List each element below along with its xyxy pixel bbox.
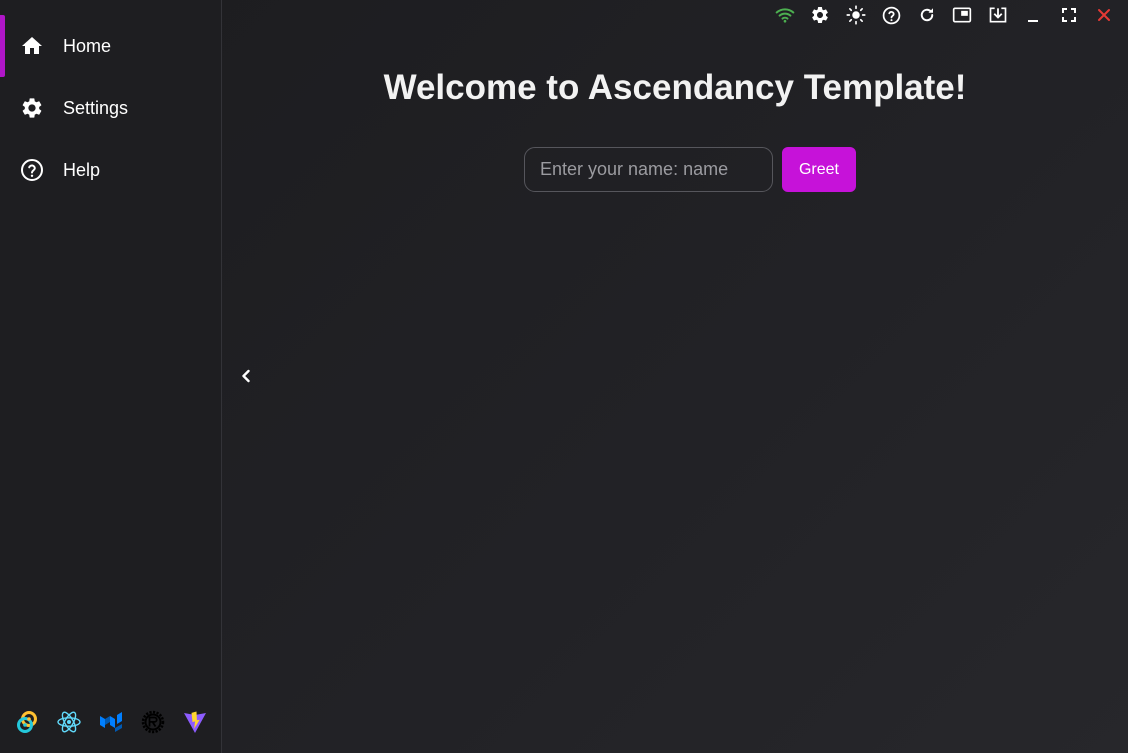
sidebar: Home Settings Help [0, 0, 222, 753]
sidebar-item-label: Settings [63, 98, 129, 118]
sidebar-item-help[interactable]: Help [0, 139, 221, 201]
tauri-logo-icon [14, 709, 56, 735]
gear-icon [22, 98, 42, 118]
wifi-icon [775, 8, 795, 23]
wifi-button[interactable] [767, 3, 803, 27]
active-indicator [0, 15, 5, 77]
greet-button[interactable]: Greet [782, 147, 856, 192]
fullscreen-button[interactable] [1051, 3, 1087, 27]
minimize-button[interactable] [1016, 3, 1052, 27]
refresh-icon [920, 8, 933, 22]
sidebar-item-label: Home [63, 36, 112, 56]
close-icon [1098, 9, 1111, 21]
collapse-sidebar-button[interactable] [236, 364, 256, 388]
help-circle-icon [882, 6, 901, 24]
sidebar-item-label: Help [63, 160, 101, 180]
chevron-left-icon [242, 369, 250, 383]
picture-in-picture-icon [953, 7, 972, 23]
close-button[interactable] [1087, 3, 1123, 27]
download-button[interactable] [980, 3, 1016, 27]
gear-icon [812, 6, 829, 23]
reload-button[interactable] [909, 3, 945, 27]
sidebar-item-settings[interactable]: Settings [0, 77, 221, 139]
pip-button[interactable] [945, 3, 981, 27]
react-logo-icon [56, 709, 98, 735]
page-title: Welcome to Ascendancy Template! [383, 68, 967, 107]
settings-button[interactable] [803, 3, 839, 27]
home-icon [22, 37, 42, 54]
brightness-icon [846, 5, 866, 25]
download-icon [989, 7, 1007, 23]
help-button[interactable] [874, 3, 910, 27]
theme-toggle-button[interactable] [838, 3, 874, 27]
rust-logo-icon [140, 709, 182, 735]
window-toolbar [767, 3, 1122, 27]
help-circle-icon [21, 159, 43, 181]
minimize-icon [1028, 20, 1039, 22]
mui-logo-icon [98, 709, 140, 735]
vite-logo-icon [182, 709, 224, 735]
fullscreen-icon [1061, 8, 1076, 22]
name-input[interactable] [524, 147, 773, 192]
sidebar-item-home[interactable]: Home [0, 15, 221, 77]
tech-stack-icons [14, 709, 224, 735]
greet-form: Greet [524, 147, 856, 192]
